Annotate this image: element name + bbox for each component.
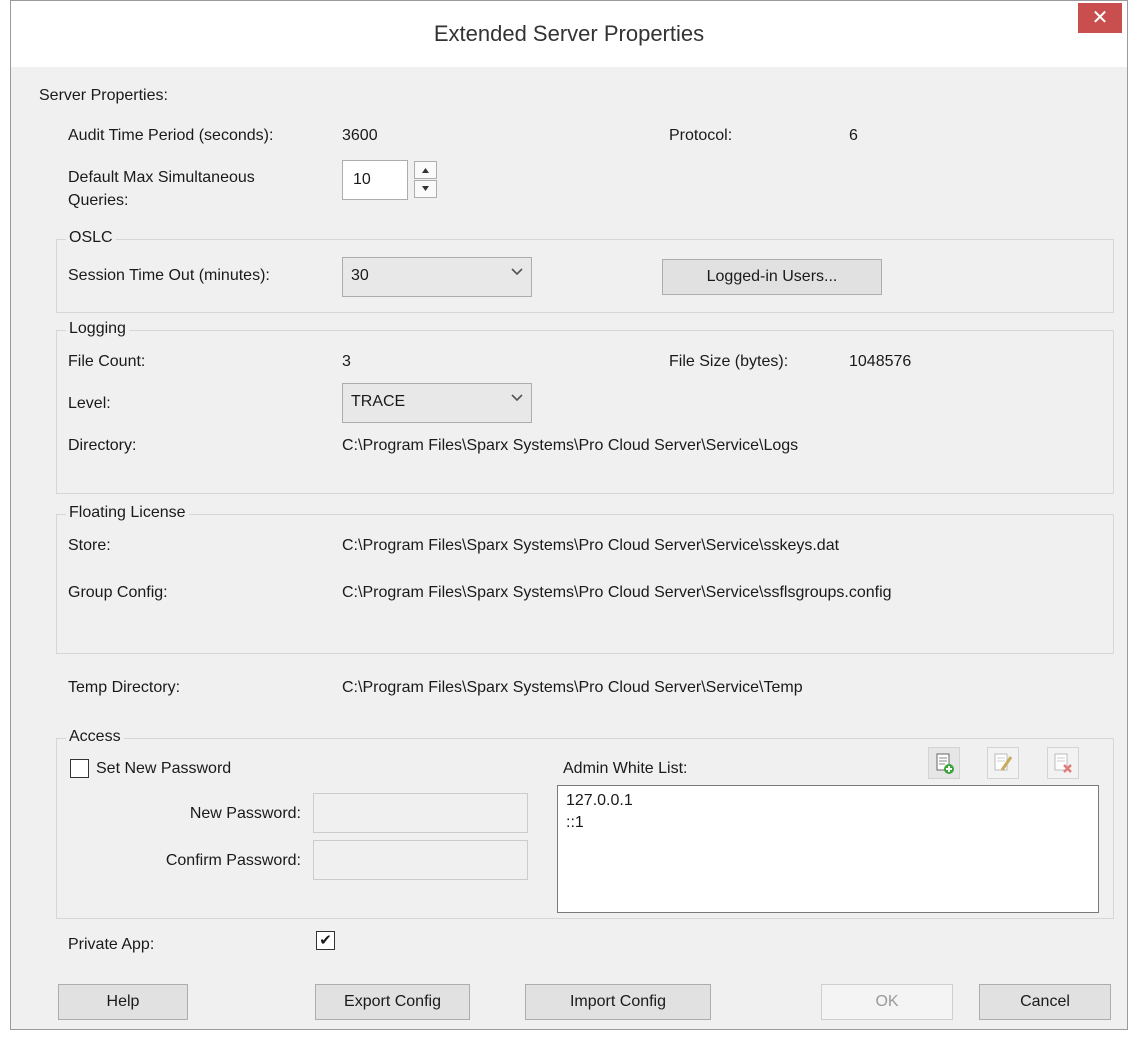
group-config-value: C:\Program Files\Sparx Systems\Pro Cloud… — [342, 584, 892, 601]
new-password-field[interactable] — [313, 793, 528, 833]
session-timeout-label: Session Time Out (minutes): — [68, 267, 270, 284]
delete-document-icon — [1054, 753, 1072, 773]
dialog-title: Extended Server Properties — [433, 21, 705, 46]
close-button[interactable]: ✕ — [1078, 3, 1122, 33]
edit-entry-button[interactable] — [987, 747, 1019, 779]
file-size-value: 1048576 — [849, 353, 912, 370]
cancel-button[interactable]: Cancel — [979, 984, 1111, 1020]
extended-server-properties-dialog: Extended Server Properties ✕ Server Prop… — [10, 0, 1128, 1030]
help-button[interactable]: Help — [58, 984, 188, 1020]
store-value: C:\Program Files\Sparx Systems\Pro Cloud… — [342, 537, 840, 554]
log-level-value: TRACE — [351, 393, 406, 410]
session-timeout-select[interactable]: 30 — [342, 257, 532, 297]
directory-value: C:\Program Files\Sparx Systems\Pro Cloud… — [342, 437, 799, 454]
group-config-label: Group Config: — [68, 584, 168, 601]
access-group-label: Access — [66, 728, 124, 746]
set-new-password-checkbox[interactable] — [70, 759, 89, 778]
directory-label: Directory: — [68, 437, 137, 454]
protocol-value: 6 — [849, 127, 858, 144]
max-queries-label-line2: Queries: — [68, 192, 129, 209]
file-count-label: File Count: — [68, 353, 146, 370]
set-new-password-label: Set New Password — [96, 760, 232, 777]
temp-directory-label: Temp Directory: — [68, 679, 181, 696]
audit-time-label: Audit Time Period (seconds): — [68, 127, 274, 144]
store-label: Store: — [68, 537, 111, 554]
import-config-button[interactable]: Import Config — [525, 984, 711, 1020]
edit-document-icon — [994, 753, 1013, 771]
confirm-password-label: Confirm Password: — [165, 852, 301, 869]
list-item[interactable]: 127.0.0.1 — [566, 792, 633, 810]
export-config-button[interactable]: Export Config — [315, 984, 470, 1020]
server-properties-heading: Server Properties: — [39, 87, 168, 104]
oslc-group-label: OSLC — [66, 229, 116, 247]
chevron-down-icon — [511, 394, 523, 402]
list-item[interactable]: ::1 — [566, 814, 584, 832]
delete-entry-button[interactable] — [1047, 747, 1079, 779]
protocol-label: Protocol: — [669, 127, 733, 144]
new-password-label: New Password: — [189, 805, 301, 822]
add-document-icon — [936, 753, 954, 774]
file-count-value: 3 — [342, 353, 351, 370]
admin-white-list-label: Admin White List: — [563, 760, 688, 777]
private-app-checkbox[interactable]: ✔ — [316, 931, 335, 950]
add-entry-button[interactable] — [928, 747, 960, 779]
arrow-up-icon — [422, 168, 429, 173]
confirm-password-field[interactable] — [313, 840, 528, 880]
level-label: Level: — [68, 395, 111, 412]
session-timeout-value: 30 — [351, 267, 369, 284]
max-queries-value: 10 — [353, 171, 371, 188]
max-queries-stepper[interactable]: 10 — [342, 160, 408, 200]
temp-directory-value: C:\Program Files\Sparx Systems\Pro Cloud… — [342, 679, 803, 696]
audit-time-value: 3600 — [342, 127, 378, 144]
arrow-down-icon — [422, 186, 429, 191]
chevron-down-icon — [511, 268, 523, 276]
max-queries-label-line1: Default Max Simultaneous — [68, 169, 255, 186]
close-icon: ✕ — [1091, 7, 1109, 29]
private-app-label: Private App: — [68, 936, 155, 953]
title-bar: Extended Server Properties ✕ — [11, 1, 1127, 67]
stepper-up-button[interactable] — [414, 161, 437, 179]
logging-group — [56, 330, 1114, 494]
floating-license-group-label: Floating License — [66, 504, 189, 522]
log-level-select[interactable]: TRACE — [342, 383, 532, 423]
checkmark-icon: ✔ — [319, 932, 332, 949]
file-size-label: File Size (bytes): — [669, 353, 789, 370]
logged-in-users-button[interactable]: Logged-in Users... — [662, 259, 882, 295]
ok-button[interactable]: OK — [821, 984, 953, 1020]
admin-white-list[interactable]: 127.0.0.1 ::1 — [557, 785, 1099, 913]
logging-group-label: Logging — [66, 320, 129, 338]
stepper-down-button[interactable] — [414, 180, 437, 198]
